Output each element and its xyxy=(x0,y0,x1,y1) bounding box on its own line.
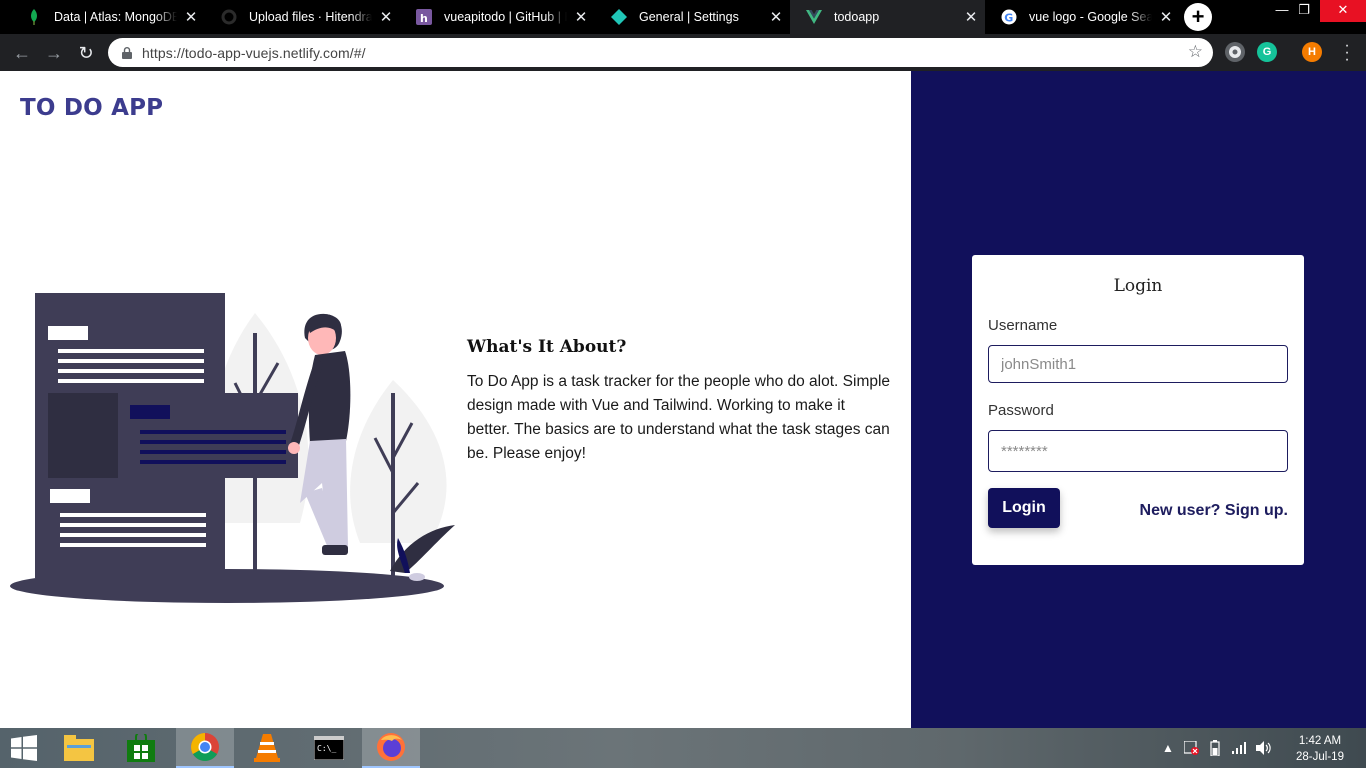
tab-github[interactable]: Upload files · HitendraSingh ✕ xyxy=(205,0,400,34)
store-icon[interactable] xyxy=(112,728,170,768)
tab-title: Data | Atlas: MongoDB Atlas xyxy=(54,10,177,24)
close-icon[interactable]: ✕ xyxy=(372,8,400,26)
close-icon[interactable]: ✕ xyxy=(177,8,205,26)
file-explorer-icon[interactable] xyxy=(50,728,108,768)
address-bar[interactable]: https://todo-app-vuejs.netlify.com/#/ ☆ xyxy=(108,38,1213,67)
lock-icon xyxy=(122,46,132,59)
battery-icon[interactable] xyxy=(1208,728,1222,768)
netlify-icon xyxy=(611,9,627,25)
signup-link[interactable]: New user? Sign up. xyxy=(1140,502,1288,520)
menu-icon[interactable]: · · · xyxy=(1342,38,1352,68)
mongodb-leaf-icon xyxy=(26,9,42,25)
volume-icon[interactable] xyxy=(1256,728,1272,768)
new-tab-button[interactable]: + xyxy=(1184,3,1212,31)
login-actions: Login New user? Sign up. xyxy=(988,488,1288,528)
reload-button[interactable]: ↻ xyxy=(72,39,100,67)
about-section: What's It About? To Do App is a task tra… xyxy=(467,337,892,466)
chrome-icon[interactable] xyxy=(176,728,234,768)
password-input[interactable] xyxy=(988,430,1288,472)
svg-text:G: G xyxy=(1004,12,1013,25)
username-label: Username xyxy=(988,317,1058,334)
tab-title: General | Settings xyxy=(639,10,762,24)
profile-avatar[interactable]: H xyxy=(1302,42,1322,62)
svg-text:h: h xyxy=(420,12,428,25)
clock-time: 1:42 AM xyxy=(1298,735,1342,747)
login-button[interactable]: Login xyxy=(988,488,1060,528)
heroku-icon: h xyxy=(416,9,432,25)
wifi-signal-icon[interactable] xyxy=(1232,728,1248,768)
extension-icon[interactable] xyxy=(1225,42,1245,62)
forward-button[interactable]: → xyxy=(40,39,68,67)
svg-text:C:\_: C:\_ xyxy=(317,744,336,753)
close-window-button[interactable]: ✕ xyxy=(1320,0,1366,22)
tab-strip: Data | Atlas: MongoDB Atlas ✕ Upload fil… xyxy=(0,0,1366,34)
page-content: TO DO APP What's It About? To Do App is … xyxy=(0,71,1366,728)
close-icon[interactable]: ✕ xyxy=(957,8,985,26)
command-prompt-icon[interactable]: C:\_ xyxy=(300,728,358,768)
login-card: Login Username Password Login New user? … xyxy=(972,255,1304,565)
tab-netlify[interactable]: General | Settings ✕ xyxy=(595,0,790,34)
network-error-icon[interactable] xyxy=(1184,728,1200,768)
clock-date: 28-Jul-19 xyxy=(1296,751,1344,763)
restore-button[interactable]: ❐ xyxy=(1284,0,1324,22)
about-body: To Do App is a task tracker for the peop… xyxy=(467,373,891,462)
vlc-icon[interactable] xyxy=(238,728,296,768)
login-panel: Login Username Password Login New user? … xyxy=(911,71,1366,728)
browser-toolbar: ← → ↻ https://todo-app-vuejs.netlify.com… xyxy=(0,34,1366,71)
start-button[interactable] xyxy=(0,728,48,768)
tab-heroku[interactable]: h vueapitodo | GitHub | Heroku ✕ xyxy=(400,0,595,34)
windows-logo-icon xyxy=(11,735,37,761)
about-heading: What's It About? xyxy=(467,337,627,357)
back-button[interactable]: ← xyxy=(8,39,36,67)
tab-google-search[interactable]: G vue logo - Google Search ✕ xyxy=(985,0,1180,34)
vue-icon xyxy=(806,9,822,25)
close-icon[interactable]: ✕ xyxy=(1152,8,1180,26)
bookmark-star-icon[interactable]: ☆ xyxy=(1188,42,1203,62)
tab-title: todoapp xyxy=(834,10,957,24)
google-icon: G xyxy=(1001,9,1017,25)
hero-illustration xyxy=(10,293,455,603)
tab-mongodb[interactable]: Data | Atlas: MongoDB Atlas ✕ xyxy=(10,0,205,34)
show-hidden-icons[interactable]: ▲ xyxy=(1162,728,1174,768)
tab-title: vueapitodo | GitHub | Heroku xyxy=(444,10,567,24)
close-icon[interactable]: ✕ xyxy=(762,8,790,26)
password-label: Password xyxy=(988,402,1054,419)
username-input[interactable] xyxy=(988,345,1288,383)
system-clock[interactable]: 1:42 AM 28-Jul-19 xyxy=(1290,733,1350,765)
grammarly-icon[interactable]: G xyxy=(1257,42,1277,62)
login-title: Login xyxy=(1113,276,1163,296)
app-brand[interactable]: TO DO APP xyxy=(20,95,163,121)
github-icon xyxy=(221,9,237,25)
tab-todoapp[interactable]: todoapp ✕ xyxy=(790,0,985,34)
firefox-icon[interactable] xyxy=(362,728,420,768)
url-text: https://todo-app-vuejs.netlify.com/#/ xyxy=(142,44,366,61)
close-icon[interactable]: ✕ xyxy=(567,8,595,26)
windows-taskbar: C:\_ ▲ 1:42 AM 28-Jul-19 xyxy=(0,728,1366,768)
tab-title: vue logo - Google Search xyxy=(1029,10,1152,24)
tab-title: Upload files · HitendraSingh xyxy=(249,10,372,24)
